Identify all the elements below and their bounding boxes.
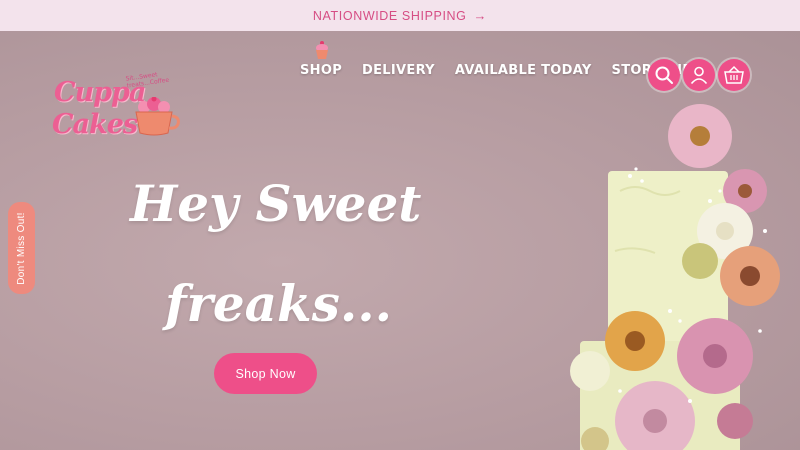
logo-text-line2: Cakes	[52, 109, 138, 140]
hero-headline-line2: freaks...	[165, 274, 393, 333]
announcement-bar[interactable]: NATIONWIDE SHIPPING →	[0, 0, 800, 31]
nav-label-available-today: AVAILABLE TODAY	[454, 63, 592, 78]
site-logo[interactable]: Sit...Sweet treats...Coffee Cuppa Cakes	[52, 69, 192, 149]
nav-item-available-today[interactable]: AVAILABLE TODAY	[445, 63, 602, 78]
nav-item-delivery[interactable]: DELIVERY	[352, 63, 445, 78]
nav-label-shop: SHOP	[300, 63, 343, 78]
nav-item-shop[interactable]: SHOP	[298, 41, 352, 78]
cake-image	[570, 104, 780, 450]
announcement-text[interactable]: NATIONWIDE SHIPPING	[313, 9, 467, 23]
hero-banner: Sit...Sweet treats...Coffee Cuppa Cakes …	[0, 31, 800, 450]
arrow-right-icon: →	[473, 8, 488, 23]
hero-headline-line1: Hey Sweet	[130, 174, 422, 233]
cupcake-icon	[316, 41, 328, 59]
nav-label-delivery: DELIVERY	[362, 63, 435, 78]
shop-now-button[interactable]: Shop Now	[214, 353, 317, 394]
teacup-icon	[135, 97, 180, 136]
side-tab-label: Don't Miss Out!	[16, 211, 28, 285]
dont-miss-out-tab[interactable]: Don't Miss Out!	[8, 202, 35, 294]
